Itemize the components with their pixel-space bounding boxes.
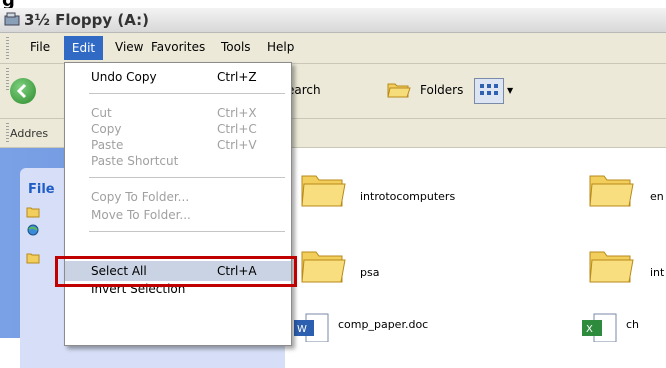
menu-item-label: Undo Copy xyxy=(91,70,157,84)
file-item-label[interactable]: psa xyxy=(360,266,379,279)
menu-item-label: Move To Folder... xyxy=(91,208,191,222)
views-grid-icon xyxy=(480,84,498,95)
views-dropdown-arrow-icon[interactable]: ▼ xyxy=(507,86,513,95)
file-tasks-header[interactable]: File xyxy=(28,182,55,197)
addressbar-grip xyxy=(6,123,9,143)
folders-icon xyxy=(387,83,411,98)
menu-separator xyxy=(89,93,285,94)
back-arrow-icon xyxy=(16,83,27,99)
svg-text:X: X xyxy=(586,324,593,335)
menu-item-shortcut: Ctrl+Z xyxy=(217,70,257,84)
folder-icon[interactable] xyxy=(300,244,346,284)
menu-item-label: Copy xyxy=(91,122,122,136)
menu-item-move-to-folder[interactable]: Move To Folder... xyxy=(65,205,291,225)
file-item-label[interactable]: int xyxy=(650,266,664,279)
menu-help[interactable]: Help xyxy=(267,40,294,54)
menu-file[interactable]: File xyxy=(30,40,50,54)
svg-text:W: W xyxy=(297,324,307,335)
folder-icon[interactable] xyxy=(300,168,346,208)
menubar-grip xyxy=(6,37,9,59)
menu-item-shortcut: Ctrl+X xyxy=(217,106,257,120)
menu-bar: File Edit View Favorites Tools Help xyxy=(0,33,666,64)
toolbar-grip xyxy=(6,68,9,90)
menu-separator xyxy=(89,231,285,232)
menu-view[interactable]: View xyxy=(115,40,143,54)
menu-item-shortcut: Ctrl+C xyxy=(217,122,257,136)
menu-item-copy-to-folder[interactable]: Copy To Folder... xyxy=(65,187,291,207)
menu-item-label: Paste Shortcut xyxy=(91,154,179,168)
menu-edit[interactable]: Edit xyxy=(64,36,103,60)
new-folder-task-icon[interactable] xyxy=(26,206,40,218)
title-bar: 3½ Floppy (A:) xyxy=(0,8,666,33)
views-button[interactable] xyxy=(474,78,504,104)
menu-item-undo-copy[interactable]: Undo Copy Ctrl+Z xyxy=(65,67,291,87)
folder-icon[interactable] xyxy=(588,168,634,208)
address-label: Addres xyxy=(10,127,49,140)
menu-item-paste-shortcut[interactable]: Paste Shortcut xyxy=(65,151,291,171)
back-button[interactable] xyxy=(10,78,36,104)
menu-item-label: Copy To Folder... xyxy=(91,190,190,204)
menu-item-label: Paste xyxy=(91,138,124,152)
file-item-label[interactable]: en xyxy=(650,190,664,203)
menu-item-shortcut: Ctrl+V xyxy=(217,138,257,152)
publish-web-task-icon[interactable] xyxy=(26,224,40,236)
menu-tools[interactable]: Tools xyxy=(221,40,251,54)
folders-button-label: Folders xyxy=(420,83,464,97)
annotation-highlight-box xyxy=(55,256,297,287)
floppy-drive-icon xyxy=(4,12,20,26)
file-item-label[interactable]: introtocomputers xyxy=(360,190,455,203)
menu-favorites[interactable]: Favorites xyxy=(151,40,205,54)
search-button-label[interactable]: earch xyxy=(287,83,321,97)
menu-item-label: Cut xyxy=(91,106,112,120)
file-item-label[interactable]: ch xyxy=(626,318,639,331)
share-folder-task-icon[interactable] xyxy=(26,252,40,264)
file-item-label[interactable]: comp_paper.doc xyxy=(338,318,428,331)
window-title: 3½ Floppy (A:) xyxy=(24,11,149,29)
edit-menu-dropdown: Undo Copy Ctrl+Z Cut Ctrl+X Copy Ctrl+C … xyxy=(64,62,292,346)
menu-separator xyxy=(89,177,285,178)
folder-icon[interactable] xyxy=(588,244,634,284)
